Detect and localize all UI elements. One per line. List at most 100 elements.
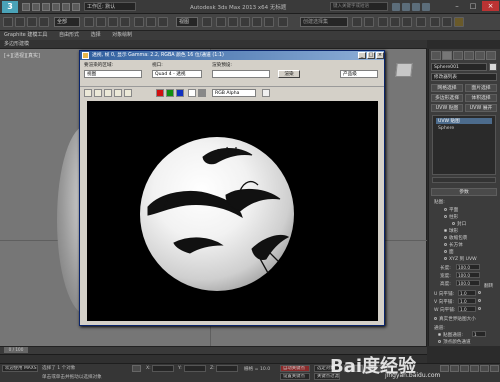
ribbon-tab-graphite[interactable]: Graphite 建模工具 (4, 32, 47, 38)
width-spinner[interactable]: 100.0 (456, 272, 480, 278)
color-swatch[interactable] (262, 89, 270, 97)
blue-channel-icon[interactable] (176, 89, 184, 97)
map-channel-spinner[interactable]: 1 (472, 331, 486, 337)
close-button[interactable]: × (482, 1, 499, 11)
modifier-button-4[interactable]: 体积选择 (465, 94, 497, 102)
schematic-icon[interactable] (402, 17, 412, 27)
bind-icon[interactable] (39, 17, 49, 27)
search-input[interactable]: 键入关键字或短语 (330, 2, 388, 11)
viewport-label[interactable]: [+][透视][真实] (4, 52, 40, 59)
save-image-icon[interactable] (84, 89, 92, 97)
edit-named-sel-icon[interactable] (278, 17, 288, 27)
frame-minimize-button[interactable]: _ (358, 52, 366, 59)
modifier-stack[interactable] (432, 115, 496, 175)
modify-tab-icon[interactable] (442, 51, 452, 60)
stack-item-uvw[interactable]: UVW 贴图 (436, 118, 492, 124)
copy-image-icon[interactable] (94, 89, 102, 97)
create-tab-icon[interactable] (431, 51, 441, 60)
alpha-channel-icon[interactable] (188, 89, 196, 97)
modifier-list-dropdown[interactable]: 修改器列表 (431, 73, 497, 81)
modifier-button-3[interactable]: 多边形选择 (431, 94, 463, 102)
redo-icon[interactable] (62, 3, 70, 11)
minimize-button[interactable]: – (450, 1, 464, 11)
u-tile-spinner[interactable]: 1.0 (458, 290, 476, 296)
align-icon[interactable] (364, 17, 374, 27)
angle-snap-icon[interactable] (240, 17, 250, 27)
clone-frame-icon[interactable] (104, 89, 112, 97)
named-selection-dropdown[interactable]: 创建选择集 (300, 17, 348, 27)
object-name-field[interactable]: Sphere001 (431, 63, 487, 71)
pan-icon[interactable] (480, 365, 489, 372)
height-spinner[interactable]: 100.0 (456, 280, 480, 286)
object-color-swatch[interactable] (489, 63, 497, 71)
motion-tab-icon[interactable] (464, 51, 474, 60)
ribbon-tab-object-paint[interactable]: 对象绘制 (112, 32, 132, 38)
percent-snap-icon[interactable] (252, 17, 262, 27)
modifier-button-6[interactable]: UVW 展开 (465, 104, 497, 112)
real-world-checkbox[interactable]: 真实世界贴图大小 (434, 316, 476, 322)
parameters-rollout[interactable]: 参数 (431, 188, 497, 196)
preset-dropdown[interactable] (212, 70, 270, 78)
lock-selection-icon[interactable] (132, 365, 141, 372)
spinner-snap-icon[interactable] (264, 17, 274, 27)
field-of-view-icon[interactable] (470, 365, 479, 372)
material-editor-icon[interactable] (416, 17, 426, 27)
help-icon[interactable] (412, 3, 420, 11)
save-file-icon[interactable] (42, 3, 50, 11)
u-flip-checkbox[interactable] (478, 291, 483, 296)
auto-key-button[interactable]: 自动关键点 (280, 365, 310, 372)
mono-icon[interactable] (198, 89, 206, 97)
workspace-dropdown[interactable]: 工作区: 默认 (84, 2, 136, 11)
info-icon[interactable] (422, 3, 430, 11)
render-button[interactable]: 渲染 (278, 70, 300, 78)
zoom-icon[interactable] (440, 365, 449, 372)
ribbon-tab-selection[interactable]: 选择 (91, 32, 101, 38)
x-coord-field[interactable] (152, 365, 174, 372)
rect-select-icon[interactable] (108, 17, 118, 27)
frame-close-button[interactable]: × (376, 52, 384, 59)
modifier-button-2[interactable]: 面片选择 (465, 84, 497, 92)
mapping-option-spherical[interactable]: 球形 (444, 228, 458, 234)
mapping-option-shrinkwrap[interactable]: 收缩包裹 (444, 235, 467, 241)
binoculars-icon[interactable] (392, 3, 400, 11)
mirror-icon[interactable] (352, 17, 362, 27)
viewcube-icon[interactable] (395, 63, 413, 77)
star-icon[interactable] (402, 3, 410, 11)
render-setup-icon[interactable] (430, 17, 440, 27)
clear-icon[interactable] (124, 89, 132, 97)
channel-dropdown[interactable]: RGB Alpha (212, 89, 256, 97)
map-channel-radio[interactable]: 贴图通道: (438, 332, 463, 338)
move-icon[interactable] (134, 17, 144, 27)
green-channel-icon[interactable] (166, 89, 174, 97)
reference-coord-dropdown[interactable]: 视图 (176, 17, 198, 27)
utilities-tab-icon[interactable] (486, 51, 496, 60)
modifier-button-5[interactable]: UVW 贴图 (431, 104, 463, 112)
open-file-icon[interactable] (32, 3, 40, 11)
area-dropdown[interactable]: 视图 (84, 70, 142, 78)
scale-icon[interactable] (158, 17, 168, 27)
app-logo[interactable]: 3 (2, 1, 18, 13)
v-tile-spinner[interactable]: 1.0 (458, 298, 476, 304)
ribbon-panel-label[interactable]: 多边形建模 (4, 41, 29, 47)
mapping-option-planar[interactable]: 平面 (444, 207, 458, 213)
ribbon-tab-freeform[interactable]: 自由形式 (59, 32, 79, 38)
curve-editor-icon[interactable] (390, 17, 400, 27)
snap-icon[interactable] (228, 17, 238, 27)
zoom-extents-icon[interactable] (460, 365, 469, 372)
maximize-button[interactable]: □ (466, 1, 480, 11)
vertex-color-radio[interactable]: 顶点颜色通道 (438, 339, 471, 345)
stack-item-sphere[interactable]: Sphere (438, 126, 454, 131)
unlink-icon[interactable] (27, 17, 37, 27)
undo-tool-icon[interactable] (3, 17, 13, 27)
viewport-dropdown[interactable]: Quad 4 - 透视 (152, 70, 202, 78)
y-coord-field[interactable] (184, 365, 206, 372)
production-dropdown[interactable]: 产品级 (340, 70, 378, 78)
display-tab-icon[interactable] (475, 51, 485, 60)
set-key-button[interactable]: 设置关键点 (280, 373, 310, 380)
new-file-icon[interactable] (22, 3, 30, 11)
link-icon[interactable] (15, 17, 25, 27)
time-slider[interactable]: 0 / 100 (4, 347, 28, 353)
pivot-icon[interactable] (202, 17, 212, 27)
mapping-option-xyz-uvw[interactable]: XYZ 到 UVW (444, 256, 477, 262)
red-channel-icon[interactable] (156, 89, 164, 97)
